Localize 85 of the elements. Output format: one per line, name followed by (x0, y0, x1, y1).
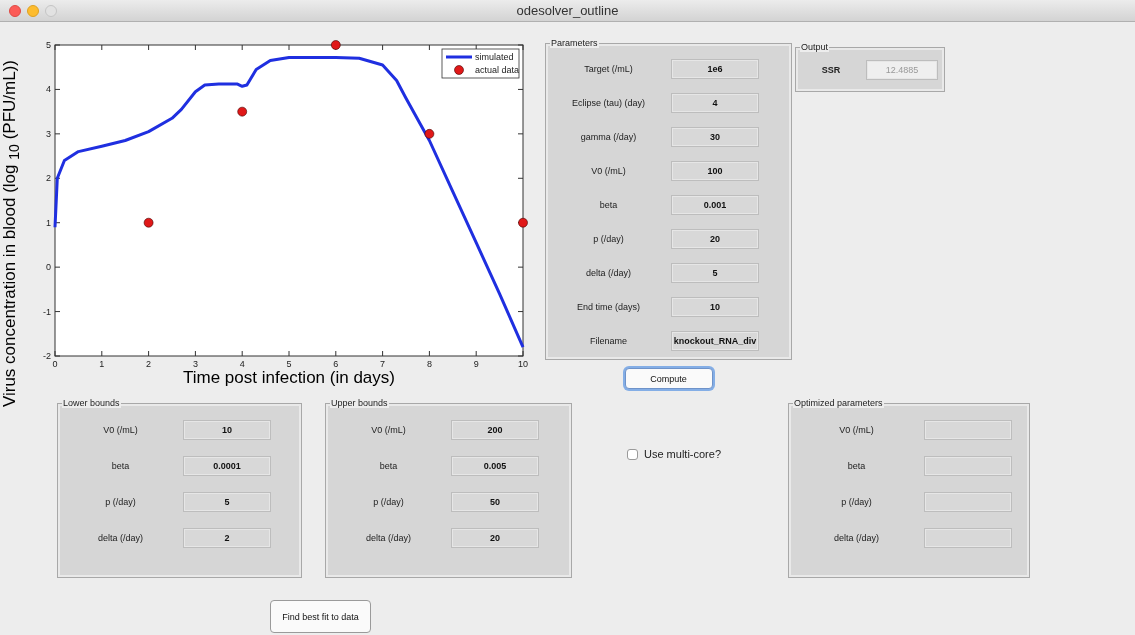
input-field[interactable]: 0.001 (671, 195, 759, 215)
field-label: beta (846, 461, 867, 471)
tick-label: 3 (46, 128, 51, 139)
input-field[interactable]: 1e6 (671, 59, 759, 79)
input-field[interactable]: knockout_RNA_div (671, 331, 759, 351)
input-field[interactable]: 0.0001 (183, 456, 271, 476)
tick-label: 2 (146, 359, 152, 369)
input-field[interactable]: 200 (451, 420, 539, 440)
field-label: End time (days) (576, 302, 641, 312)
tick-label: -1 (43, 306, 51, 317)
input-field[interactable] (924, 492, 1012, 512)
tick-label: 3 (192, 359, 198, 369)
field-label: beta (110, 461, 131, 471)
input-field[interactable]: 2 (183, 528, 271, 548)
zoom-icon[interactable] (45, 4, 57, 17)
checkbox-label[interactable]: Use multi-core? (644, 448, 722, 460)
tick-label: 5 (46, 40, 51, 50)
panel-title: Lower bounds (62, 398, 121, 408)
input-field[interactable] (924, 528, 1012, 548)
field-label: delta (/day) (833, 533, 880, 543)
field-label: Filename (589, 336, 628, 346)
tick-label: 4 (46, 84, 51, 95)
line-swatch-icon (446, 55, 472, 59)
data-point (237, 106, 247, 117)
panel-title: Parameters (550, 38, 599, 48)
input-field[interactable] (924, 420, 1012, 440)
tick-label: 10 (518, 359, 528, 369)
field-label: delta (/day) (365, 533, 412, 543)
input-field[interactable]: 5 (671, 263, 759, 283)
close-icon[interactable] (9, 4, 21, 17)
field-label: gamma (/day) (579, 132, 638, 142)
input-field[interactable]: 10 (183, 420, 271, 440)
tick-label: 4 (239, 359, 245, 369)
field-label: Eclipse (tau) (day) (571, 98, 646, 108)
tick-label: 5 (286, 359, 292, 369)
data-point (143, 217, 154, 228)
field-label: p (/day) (104, 497, 137, 507)
input-field[interactable]: 5 (183, 492, 271, 512)
input-field[interactable]: 20 (451, 528, 539, 548)
input-field[interactable]: 20 (671, 229, 759, 249)
field-label: Target (/mL) (583, 64, 634, 74)
tick-label: 0 (46, 262, 51, 273)
tick-label: -2 (43, 351, 51, 361)
field-label: SSR (820, 65, 842, 75)
field-label: V0 (/mL) (838, 425, 875, 435)
tick-label: 8 (426, 359, 432, 369)
tick-label: 2 (46, 173, 51, 184)
data-point (331, 40, 341, 50)
input-field[interactable]: 10 (671, 297, 759, 317)
minimize-icon[interactable] (27, 4, 39, 17)
input-field[interactable]: 0.005 (451, 456, 539, 476)
field-label: V0 (/mL) (590, 166, 627, 176)
input-field[interactable] (924, 456, 1012, 476)
data-point (424, 129, 435, 139)
input-field[interactable]: 30 (671, 127, 759, 147)
axis-title: Time post infection (in days) (183, 368, 395, 388)
tick-label: 0 (52, 359, 58, 369)
field-label: V0 (/mL) (370, 425, 407, 435)
window-title: odesolver_outline (516, 3, 619, 18)
input-field[interactable]: 50 (451, 492, 539, 512)
field-label: p (/day) (592, 234, 625, 244)
marker-swatch-icon (454, 65, 464, 75)
tick-label: 1 (99, 359, 105, 369)
legend-label: actual data (475, 65, 520, 75)
tick-label: 7 (380, 359, 386, 369)
panel-title: Upper bounds (330, 398, 389, 408)
tick-label: 6 (333, 359, 339, 369)
field-label: delta (/day) (585, 268, 632, 278)
tick-label: 1 (46, 217, 51, 228)
panel-title: Output (800, 42, 830, 52)
legend-label: simulated (475, 52, 514, 62)
field-label: delta (/day) (97, 533, 144, 543)
data-point (518, 217, 528, 228)
find-best-fit-button[interactable]: Find best fit to data (270, 600, 371, 633)
field-label: beta (378, 461, 399, 471)
panel-title: Optimized parameters (793, 398, 884, 408)
field-label: p (/day) (840, 497, 873, 507)
tick-label: 9 (473, 359, 479, 369)
input-field[interactable]: 4 (671, 93, 759, 113)
field-label: p (/day) (372, 497, 405, 507)
compute-button[interactable]: Compute (624, 368, 713, 389)
field-label: V0 (/mL) (102, 425, 139, 435)
checkbox[interactable] (627, 448, 638, 460)
input-field[interactable]: 100 (671, 161, 759, 181)
field-label: beta (598, 200, 619, 210)
